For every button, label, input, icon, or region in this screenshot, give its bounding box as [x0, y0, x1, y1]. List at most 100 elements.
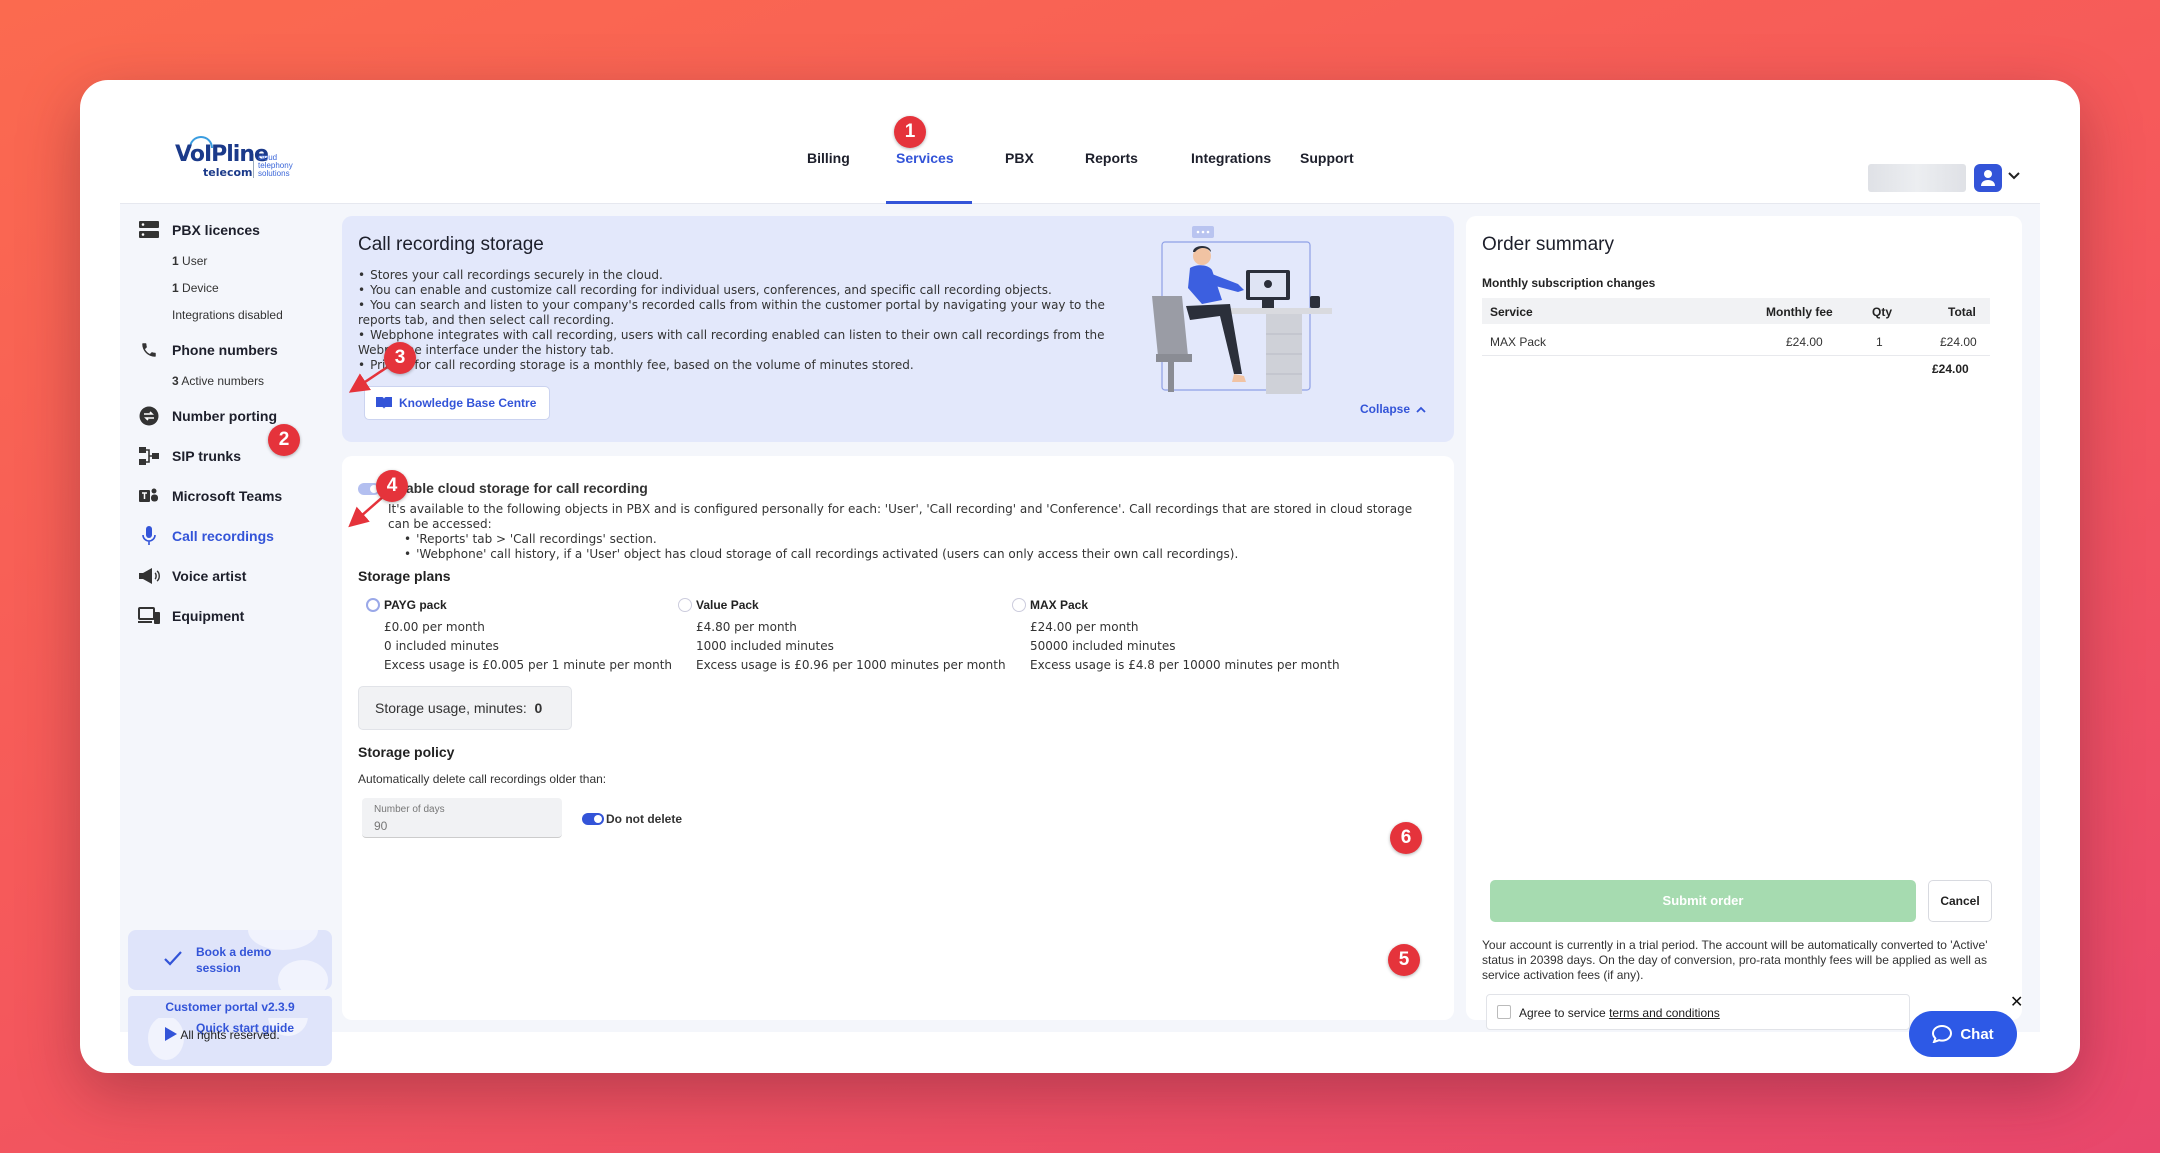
plan-excess: Excess usage is £0.005 per 1 minute per …	[384, 658, 673, 672]
knowledge-base-button[interactable]: Knowledge Base Centre	[364, 386, 550, 420]
logo[interactable]: VoIPline telecom cloud telephony solutions	[175, 136, 305, 180]
info-bullet: You can search and listen to your compan…	[358, 298, 1118, 328]
nav-services[interactable]: Services	[896, 150, 954, 166]
sidebar-item-label: Voice artist	[172, 568, 247, 584]
terms-agreement: Agree to service terms and conditions	[1486, 994, 1910, 1030]
info-bullet: Pricing for call recording storage is a …	[358, 358, 1118, 373]
top-bar: VoIPline telecom cloud telephony solutions…	[120, 120, 2040, 204]
table-row: MAX Pack £24.00 1 £24.00	[1482, 324, 1990, 356]
sidebar-item-label: Call recordings	[172, 528, 274, 544]
order-summary-subtitle: Monthly subscription changes	[1482, 276, 1656, 290]
info-bullet: Stores your call recordings securely in …	[358, 268, 1118, 283]
plan-price: £0.00 per month	[384, 620, 485, 634]
sidebar-item-label: PBX licences	[172, 222, 260, 238]
storage-plans-title: Storage plans	[358, 568, 451, 584]
sidebar-item-label: Phone numbers	[172, 342, 278, 358]
order-summary-panel: Order summary Monthly subscription chang…	[1466, 216, 2022, 1030]
order-summary-title: Order summary	[1482, 234, 1614, 255]
sidebar-item-label: Equipment	[172, 608, 245, 624]
pbx-integrations-status: Integrations disabled	[172, 308, 283, 322]
annotation-marker-5: 5	[1388, 944, 1420, 976]
plan-name: PAYG pack	[384, 598, 447, 612]
sidebar-item-label: Microsoft Teams	[172, 488, 283, 504]
collapse-label: Collapse	[1360, 402, 1411, 416]
user-icon	[1981, 170, 1995, 186]
pbx-users-count: 1 User	[172, 254, 208, 268]
plan-name: MAX Pack	[1030, 598, 1089, 612]
terms-link[interactable]: terms and conditions	[1609, 1006, 1720, 1020]
chevron-down-icon[interactable]	[2008, 172, 2020, 180]
book-demo-button[interactable]: Book a demo session	[128, 930, 332, 990]
sidebar-item-label: Number porting	[172, 408, 277, 424]
column-total: Total	[1948, 305, 1976, 319]
plan-radio[interactable]	[678, 598, 692, 612]
agree-checkbox[interactable]	[1497, 1005, 1511, 1019]
row-fee: £24.00	[1786, 335, 1823, 349]
nav-support[interactable]: Support	[1300, 150, 1354, 166]
chat-bubble-icon	[1932, 1025, 1953, 1043]
sidebar-item-label: SIP trunks	[172, 448, 241, 464]
porting-icon	[138, 405, 160, 427]
column-monthly-fee: Monthly fee	[1766, 305, 1833, 319]
annotation-marker-6: 6	[1390, 822, 1422, 854]
plan-price: £24.00 per month	[1030, 620, 1139, 634]
annotation-marker-2: 2	[268, 424, 300, 456]
number-of-days-field[interactable]: Number of days 90	[362, 798, 562, 838]
storage-description-text: It's available to the following objects …	[388, 502, 1413, 531]
devices-icon	[138, 605, 160, 627]
check-icon	[164, 951, 182, 966]
submit-order-button[interactable]: Submit order	[1490, 880, 1916, 922]
call-recording-info-panel: Call recording storage Stores your call …	[342, 216, 1454, 442]
collapse-button[interactable]: Collapse	[1360, 402, 1426, 416]
user-name-placeholder[interactable]	[1868, 164, 1966, 192]
nav-integrations[interactable]: Integrations	[1191, 150, 1271, 166]
knowledge-base-label: Knowledge Base Centre	[399, 396, 537, 410]
do-not-delete-label: Do not delete	[606, 812, 683, 826]
sip-icon	[138, 445, 160, 467]
column-service: Service	[1490, 305, 1533, 319]
access-point: 'Webphone' call history, if a 'User' obj…	[404, 547, 1428, 562]
megaphone-icon	[138, 565, 160, 587]
cancel-button[interactable]: Cancel	[1928, 880, 1992, 922]
row-qty: 1	[1876, 335, 1883, 349]
agree-text: Agree to service terms and conditions	[1519, 1006, 1720, 1020]
column-qty: Qty	[1872, 305, 1893, 319]
app-window: VoIPline telecom cloud telephony solutions…	[120, 120, 2040, 1066]
chat-button[interactable]: Chat	[1909, 1011, 2017, 1057]
annotation-marker-1: 1	[894, 116, 926, 148]
version-badge: Customer portal v2.3.9	[128, 996, 332, 1018]
plan-radio[interactable]	[366, 598, 380, 612]
grand-total: £24.00	[1932, 362, 1969, 376]
phone-icon	[138, 339, 160, 361]
nav-reports[interactable]: Reports	[1085, 150, 1138, 166]
page-title: Call recording storage	[358, 234, 544, 255]
storage-description: It's available to the following objects …	[388, 502, 1428, 562]
server-icon	[138, 219, 160, 241]
storage-usage-label: Storage usage, minutes:	[375, 700, 527, 716]
plan-included: 1000 included minutes	[696, 639, 834, 653]
pbx-devices-count: 1 Device	[172, 281, 219, 295]
storage-policy-description: Automatically delete call recordings old…	[358, 772, 607, 786]
teams-icon	[138, 485, 160, 507]
nav-active-underline	[886, 201, 972, 204]
close-icon[interactable]: ✕	[2010, 992, 2023, 1012]
person-at-desk-illustration	[1142, 226, 1342, 406]
microphone-icon	[138, 525, 160, 547]
nav-billing[interactable]: Billing	[807, 150, 850, 166]
do-not-delete-toggle[interactable]	[582, 813, 604, 825]
enable-cloud-storage-label: Enable cloud storage for call recording	[388, 480, 648, 496]
plan-excess: Excess usage is £4.8 per 10000 minutes p…	[1030, 658, 1340, 672]
book-demo-label: Book a demo session	[196, 945, 272, 975]
active-numbers-count: 3 Active numbers	[172, 374, 265, 388]
info-bullets: Stores your call recordings securely in …	[358, 268, 1118, 373]
sidebar: PBX licences 1 User 1 Device Integration…	[120, 204, 340, 1066]
avatar[interactable]	[1974, 164, 2002, 192]
plan-excess: Excess usage is £0.96 per 1000 minutes p…	[696, 658, 1006, 672]
nav-pbx[interactable]: PBX	[1005, 150, 1034, 166]
access-point: 'Reports' tab > 'Call recordings' sectio…	[404, 532, 1428, 547]
row-total: £24.00	[1940, 335, 1977, 349]
plan-radio[interactable]	[1012, 598, 1026, 612]
storage-policy-title: Storage policy	[358, 744, 455, 760]
storage-usage-box: Storage usage, minutes: 0	[358, 686, 572, 730]
plan-included: 0 included minutes	[384, 639, 499, 653]
